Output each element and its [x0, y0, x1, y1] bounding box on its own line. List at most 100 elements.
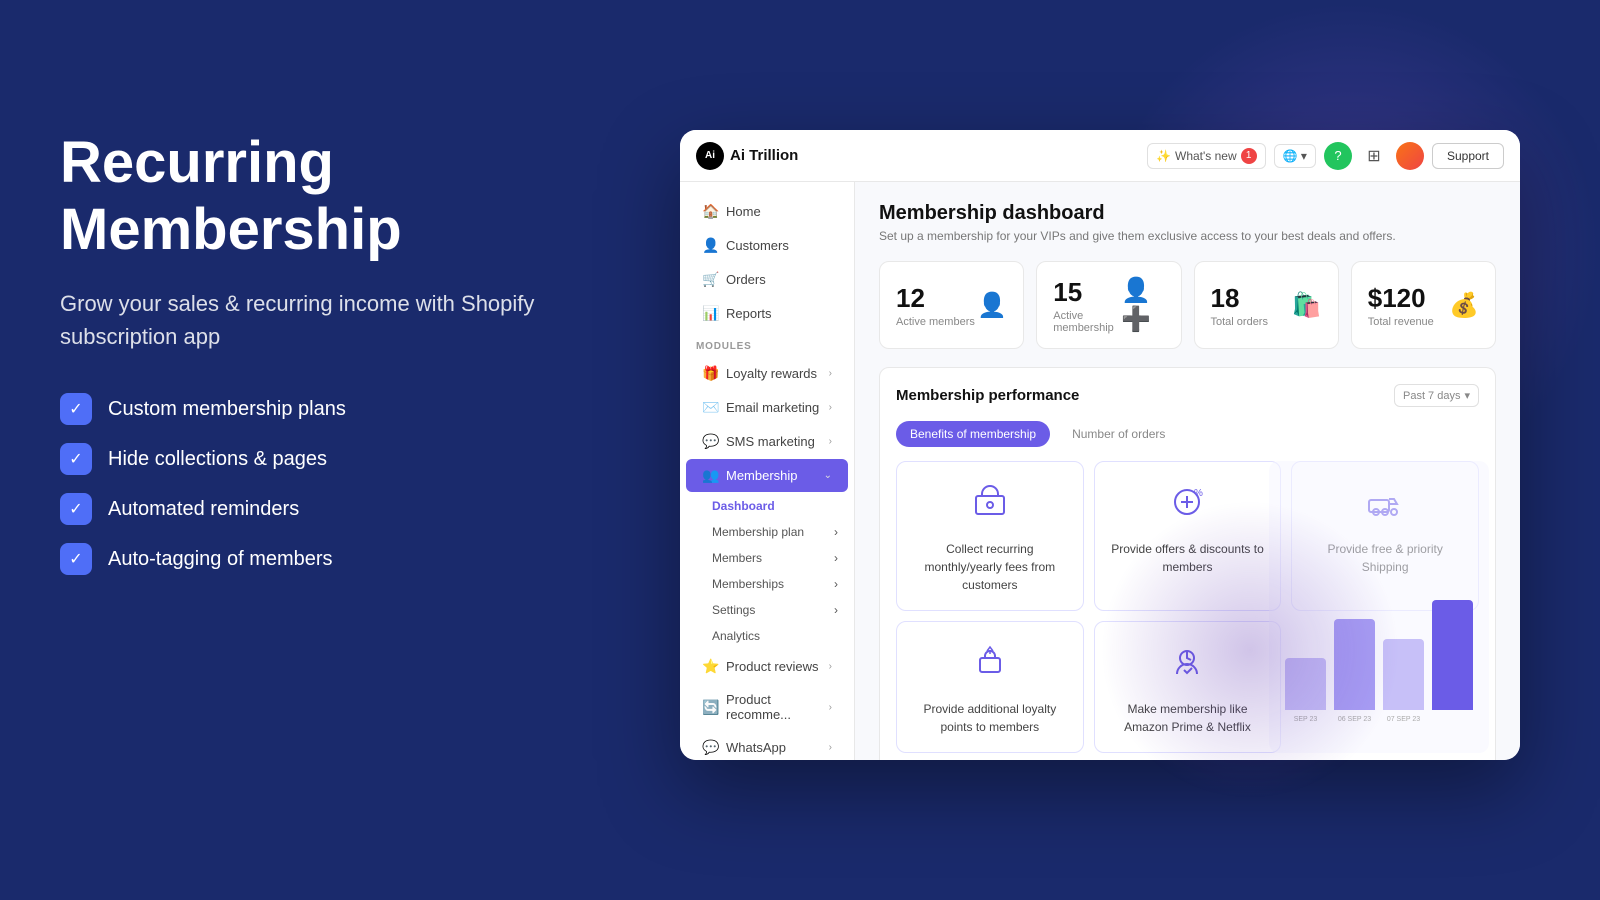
sidebar-item-whatsapp[interactable]: 💬 WhatsApp ›: [686, 731, 848, 760]
chart-bar-4: [1432, 600, 1473, 711]
stat-card-revenue: $120 Total revenue 💰: [1351, 261, 1496, 349]
feature-list: ✓ Custom membership plans ✓ Hide collect…: [60, 393, 540, 575]
benefit-text-3: Provide free & priority Shipping: [1306, 540, 1464, 576]
feature-item: ✓ Automated reminders: [60, 493, 540, 525]
sidebar-item-email[interactable]: ✉️ Email marketing ›: [686, 391, 848, 424]
support-button[interactable]: Support: [1432, 143, 1504, 169]
chevron-right-icon: ›: [829, 742, 832, 753]
benefit-text-4: Provide additional loyalty points to mem…: [911, 700, 1069, 736]
benefit-card-4: Provide additional loyalty points to mem…: [896, 621, 1084, 753]
performance-section: Membership performance Past 7 days ▾ Ben…: [879, 367, 1496, 760]
stat-number-members: 12: [896, 283, 975, 314]
sub-item-members[interactable]: Members ›: [680, 545, 854, 571]
sidebar-item-reviews[interactable]: ⭐ Product reviews ›: [686, 650, 848, 683]
home-icon: 🏠: [702, 203, 718, 220]
chart-bar-2: [1334, 619, 1375, 710]
tab-benefits[interactable]: Benefits of membership: [896, 421, 1050, 447]
logo-icon: Ai: [696, 142, 724, 170]
benefit-icon-1: [970, 482, 1010, 530]
performance-title: Membership performance: [896, 387, 1079, 404]
stat-label-members: Active members: [896, 316, 975, 328]
benefit-icon-2: %: [1167, 482, 1207, 530]
main-title: Recurring Membership: [60, 130, 540, 263]
email-icon: ✉️: [702, 399, 718, 416]
stat-label-revenue: Total revenue: [1368, 316, 1434, 328]
stat-number-membership: 15: [1053, 277, 1121, 308]
check-icon: ✓: [60, 443, 92, 475]
customers-icon: 👤: [702, 237, 718, 254]
benefit-text-2: Provide offers & discounts to members: [1109, 540, 1267, 576]
check-icon: ✓: [60, 393, 92, 425]
feature-item: ✓ Auto-tagging of members: [60, 543, 540, 575]
stat-number-revenue: $120: [1368, 283, 1434, 314]
benefit-text-5: Make membership like Amazon Prime & Netf…: [1109, 700, 1267, 736]
whats-new-button[interactable]: ✨ What's new 1: [1147, 143, 1266, 169]
svg-text:%: %: [1194, 488, 1203, 499]
chevron-right-icon: ›: [834, 525, 838, 539]
sub-item-settings[interactable]: Settings ›: [680, 597, 854, 623]
members-stat-icon: 👤: [977, 291, 1007, 320]
period-select[interactable]: Past 7 days ▾: [1394, 384, 1479, 407]
sub-item-dashboard[interactable]: Dashboard: [680, 493, 854, 519]
left-panel: Recurring Membership Grow your sales & r…: [60, 130, 540, 575]
language-button[interactable]: 🌐 ▾: [1274, 144, 1316, 168]
orders-icon: 🛒: [702, 271, 718, 288]
logo-area: Ai Ai Trillion: [696, 142, 798, 170]
reports-icon: 📊: [702, 305, 718, 322]
subtitle: Grow your sales & recurring income with …: [60, 287, 540, 353]
check-icon: ✓: [60, 493, 92, 525]
chevron-right-icon: ›: [834, 603, 838, 617]
reviews-icon: ⭐: [702, 658, 718, 675]
sub-item-plan[interactable]: Membership plan ›: [680, 519, 854, 545]
avatar[interactable]: [1396, 142, 1424, 170]
sidebar-item-home[interactable]: 🏠 Home: [686, 195, 848, 228]
benefit-icon-3: [1365, 482, 1405, 530]
chart-label-2: 06 SEP 23: [1334, 716, 1375, 723]
sidebar-item-membership[interactable]: 👥 Membership ⌄: [686, 459, 848, 492]
stat-card-orders: 18 Total orders 🛍️: [1194, 261, 1339, 349]
sub-item-memberships[interactable]: Memberships ›: [680, 571, 854, 597]
chart-labels: SEP 23 06 SEP 23 07 SEP 23: [1285, 716, 1473, 723]
chevron-right-icon: ›: [829, 661, 832, 672]
sidebar-item-customers[interactable]: 👤 Customers: [686, 229, 848, 262]
stat-card-membership: 15 Active membership 👤➕: [1036, 261, 1181, 349]
chevron-right-icon: ›: [834, 551, 838, 565]
stat-label-orders: Total orders: [1211, 316, 1268, 328]
feature-item: ✓ Custom membership plans: [60, 393, 540, 425]
benefit-card-3: Provide free & priority Shipping: [1291, 461, 1479, 611]
sparkle-icon: ✨: [1156, 149, 1171, 163]
page-subtitle: Set up a membership for your VIPs and gi…: [879, 229, 1496, 243]
membership-stat-icon: 👤➕: [1121, 276, 1164, 334]
benefits-grid: Collect recurring monthly/yearly fees fr…: [896, 461, 1479, 753]
help-icon[interactable]: ?: [1324, 142, 1352, 170]
page-title: Membership dashboard: [879, 202, 1496, 225]
tab-orders[interactable]: Number of orders: [1058, 421, 1179, 447]
chart-label-4: [1432, 716, 1473, 723]
whatsapp-icon: 💬: [702, 739, 718, 756]
revenue-stat-icon: 💰: [1449, 291, 1479, 320]
benefit-card-2: % Provide offers & discounts to members: [1094, 461, 1282, 611]
sidebar-item-orders[interactable]: 🛒 Orders: [686, 263, 848, 296]
performance-header: Membership performance Past 7 days ▾: [896, 384, 1479, 407]
sub-item-analytics[interactable]: Analytics: [680, 623, 854, 649]
sidebar-item-reports[interactable]: 📊 Reports: [686, 297, 848, 330]
sidebar-item-sms[interactable]: 💬 SMS marketing ›: [686, 425, 848, 458]
chart-label-3: 07 SEP 23: [1383, 716, 1424, 723]
feature-item: ✓ Hide collections & pages: [60, 443, 540, 475]
chart-label-1: SEP 23: [1285, 716, 1326, 723]
membership-icon: 👥: [702, 467, 718, 484]
stat-card-members: 12 Active members 👤: [879, 261, 1024, 349]
benefit-card-1: Collect recurring monthly/yearly fees fr…: [896, 461, 1084, 611]
orders-stat-icon: 🛍️: [1292, 291, 1322, 320]
logo-text: Ai Trillion: [730, 147, 798, 164]
sidebar: 🏠 Home 👤 Customers 🛒 Orders 📊 Reports MO…: [680, 182, 855, 760]
stats-row: 12 Active members 👤 15 Active membership…: [879, 261, 1496, 349]
sidebar-item-recommend[interactable]: 🔄 Product recomme... ›: [686, 684, 848, 730]
modules-label: MODULES: [680, 331, 854, 356]
sidebar-item-loyalty[interactable]: 🎁 Loyalty rewards ›: [686, 357, 848, 390]
chart-bar-1: [1285, 658, 1326, 710]
benefit-icon-4: [970, 642, 1010, 690]
topbar: Ai Ai Trillion ✨ What's new 1 🌐 ▾ ? ⊞ Su…: [680, 130, 1520, 182]
grid-icon[interactable]: ⊞: [1360, 142, 1388, 170]
app-window: Ai Ai Trillion ✨ What's new 1 🌐 ▾ ? ⊞ Su…: [680, 130, 1520, 760]
